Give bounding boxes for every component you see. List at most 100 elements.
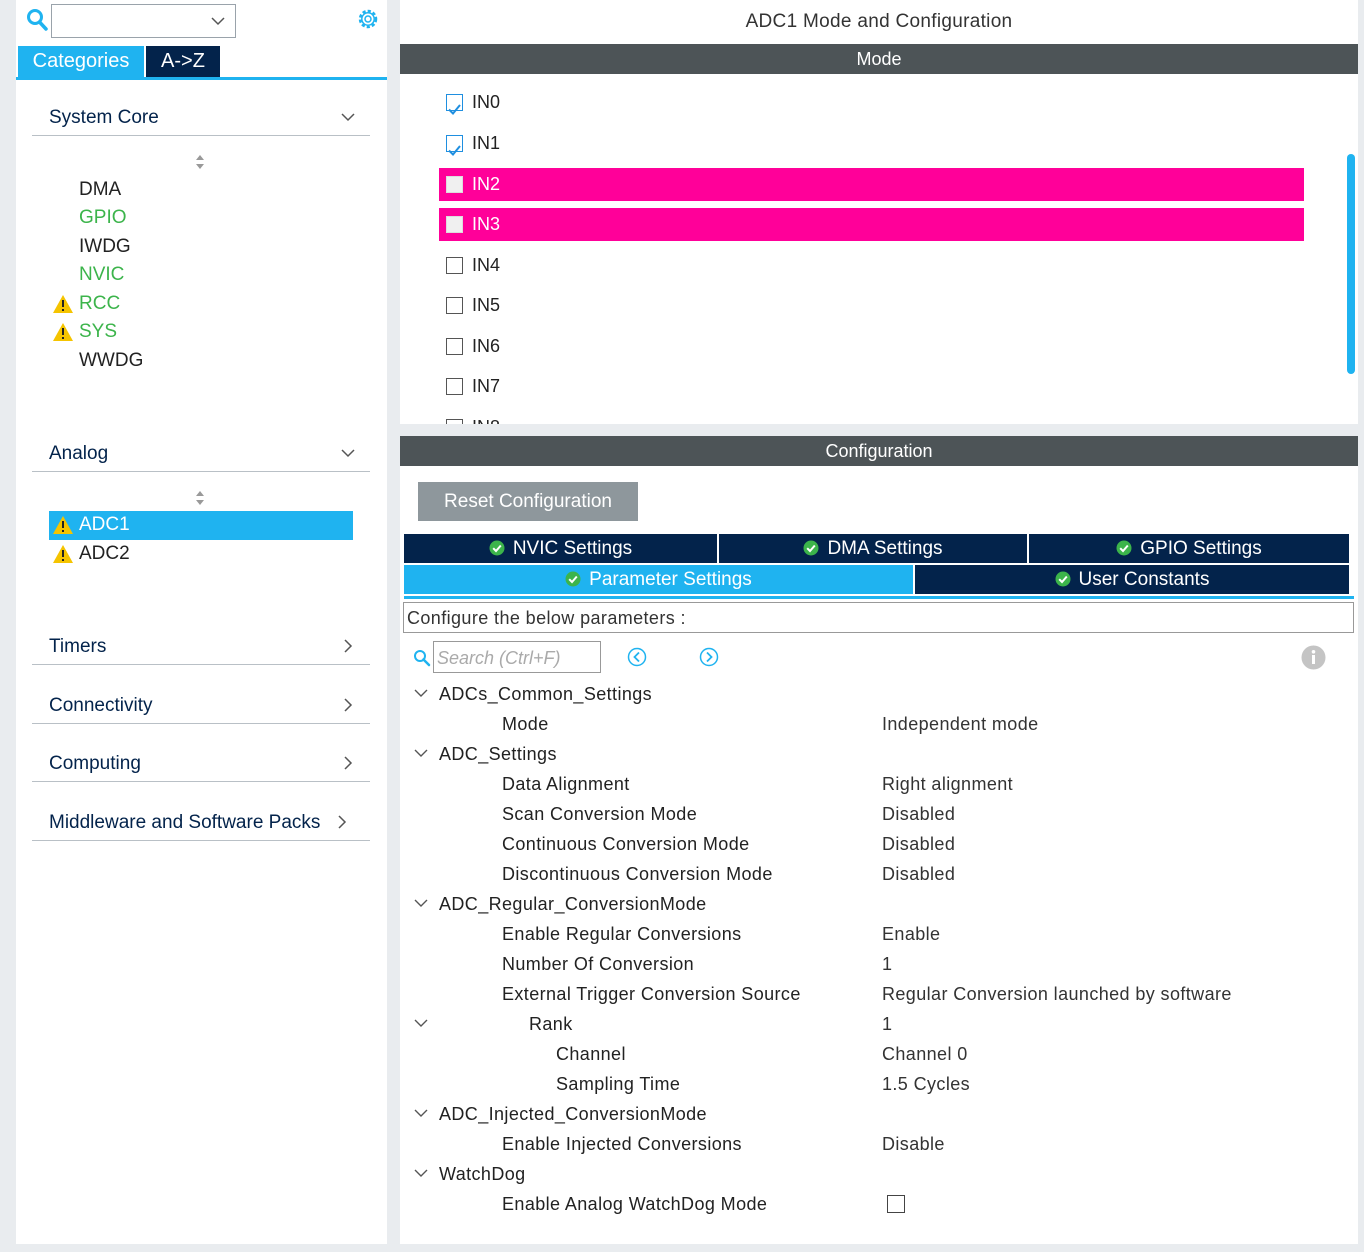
param-row[interactable]: Discontinuous Conversion Mode Disabled [400, 859, 1358, 889]
checkbox[interactable] [446, 338, 463, 355]
chevron-right-icon[interactable] [334, 814, 350, 830]
param-group-watchdog[interactable]: WatchDog [400, 1159, 1358, 1189]
param-value[interactable]: 1.5 Cycles [882, 1069, 970, 1099]
list-item-wwdg[interactable]: WWDG [49, 347, 353, 375]
param-group-adc-settings[interactable]: ADC_Settings [400, 739, 1358, 769]
param-value[interactable]: Channel 0 [882, 1039, 968, 1069]
param-row[interactable]: Number Of Conversion 1 [400, 949, 1358, 979]
param-row[interactable]: Enable Analog WatchDog Mode [400, 1189, 1358, 1219]
checkbox[interactable] [446, 297, 463, 314]
chevron-right-icon[interactable] [340, 697, 356, 713]
watchdog-checkbox[interactable] [887, 1195, 905, 1213]
list-item-adc2[interactable]: ADC2 [49, 540, 353, 568]
list-item-iwdg[interactable]: IWDG [49, 233, 353, 261]
section-timers[interactable]: Timers [32, 627, 370, 665]
list-item-rcc[interactable]: RCC [49, 290, 353, 318]
list-item-gpio[interactable]: GPIO [49, 204, 353, 232]
chevron-down-icon[interactable] [414, 1108, 428, 1118]
list-item-nvic[interactable]: NVIC [49, 261, 353, 289]
channel-in7[interactable]: IN7 [439, 370, 1304, 403]
tab-nvic-settings[interactable]: NVIC Settings [404, 534, 717, 563]
param-value[interactable]: 1 [882, 949, 892, 979]
checkbox[interactable] [446, 378, 463, 395]
channel-in4[interactable]: IN4 [439, 249, 1304, 282]
chevron-down-icon[interactable] [414, 1168, 428, 1178]
channel-in5[interactable]: IN5 [439, 289, 1304, 322]
checkbox-checked[interactable] [446, 94, 463, 115]
tab-user-constants[interactable]: User Constants [915, 565, 1349, 594]
param-name: External Trigger Conversion Source [502, 984, 801, 1004]
channel-in3[interactable]: IN3 [439, 208, 1304, 241]
parameter-search-input[interactable]: Search (Ctrl+F) [433, 641, 601, 673]
chevron-down-icon[interactable] [414, 688, 428, 698]
channel-in1[interactable]: IN1 [439, 127, 1304, 160]
param-row[interactable]: Sampling Time 1.5 Cycles [400, 1069, 1358, 1099]
section-computing[interactable]: Computing [32, 744, 370, 782]
channel-label: IN6 [472, 336, 501, 356]
chevron-down-icon[interactable] [340, 445, 356, 461]
checkbox[interactable] [446, 176, 463, 193]
param-value[interactable]: Right alignment [882, 769, 1013, 799]
section-connectivity[interactable]: Connectivity [32, 686, 370, 724]
param-row[interactable]: External Trigger Conversion Source Regul… [400, 979, 1358, 1009]
section-analog[interactable]: Analog [32, 434, 370, 472]
sort-icon[interactable] [194, 489, 206, 507]
param-row[interactable]: Data Alignment Right alignment [400, 769, 1358, 799]
param-value[interactable]: Disabled [882, 799, 955, 829]
tab-a-to-z[interactable]: A->Z [146, 46, 220, 77]
splitter[interactable] [400, 424, 1358, 436]
next-match-icon[interactable] [699, 647, 719, 667]
param-value[interactable]: Regular Conversion launched by software [882, 979, 1232, 1009]
channel-in6[interactable]: IN6 [439, 330, 1304, 363]
search-icon[interactable] [413, 649, 431, 667]
param-row[interactable]: Enable Regular Conversions Enable [400, 919, 1358, 949]
chevron-right-icon[interactable] [340, 638, 356, 654]
tab-parameter-settings[interactable]: Parameter Settings [404, 565, 913, 594]
param-value[interactable]: Disabled [882, 859, 955, 889]
param-row[interactable]: Mode Independent mode [400, 709, 1358, 739]
checkbox[interactable] [446, 216, 463, 233]
param-row[interactable]: Scan Conversion Mode Disabled [400, 799, 1358, 829]
info-icon[interactable] [1301, 645, 1326, 670]
chevron-down-icon[interactable] [211, 15, 225, 27]
item-label: NVIC [79, 264, 125, 285]
chevron-down-icon[interactable] [414, 1018, 428, 1028]
param-value[interactable]: Disabled [882, 829, 955, 859]
chevron-down-icon[interactable] [414, 748, 428, 758]
tab-dma-settings[interactable]: DMA Settings [719, 534, 1027, 563]
param-row[interactable]: Enable Injected Conversions Disable [400, 1129, 1358, 1159]
param-row[interactable]: Channel Channel 0 [400, 1039, 1358, 1069]
chevron-down-icon[interactable] [340, 109, 356, 125]
list-item-dma[interactable]: DMA [49, 176, 353, 204]
section-system-core[interactable]: System Core [32, 98, 370, 136]
chevron-right-icon[interactable] [340, 755, 356, 771]
param-value[interactable]: Enable [882, 919, 940, 949]
param-group-rank[interactable]: Rank 1 [400, 1009, 1358, 1039]
search-combo[interactable] [51, 4, 236, 38]
param-value[interactable]: 1 [882, 1009, 892, 1039]
channel-label: IN2 [472, 174, 501, 194]
param-value[interactable]: Disable [882, 1129, 945, 1159]
previous-match-icon[interactable] [627, 647, 647, 667]
mode-scrollbar[interactable] [1347, 154, 1355, 374]
channel-in2[interactable]: IN2 [439, 168, 1304, 201]
checkbox-checked[interactable] [446, 135, 463, 156]
param-group-adc-regular[interactable]: ADC_Regular_ConversionMode [400, 889, 1358, 919]
param-row[interactable]: Continuous Conversion Mode Disabled [400, 829, 1358, 859]
section-middleware[interactable]: Middleware and Software Packs [32, 803, 370, 841]
list-item-adc1[interactable]: ADC1 [49, 511, 353, 540]
channel-in0[interactable]: IN0 [439, 86, 1304, 119]
list-item-sys[interactable]: SYS [49, 318, 353, 346]
tab-categories[interactable]: Categories [18, 46, 144, 77]
checkbox[interactable] [446, 257, 463, 274]
reset-configuration-button[interactable]: Reset Configuration [418, 482, 638, 521]
param-group-adc-injected[interactable]: ADC_Injected_ConversionMode [400, 1099, 1358, 1129]
param-value[interactable]: Independent mode [882, 709, 1039, 739]
search-icon[interactable] [26, 8, 48, 32]
channel-in8[interactable]: IN8 [439, 411, 1304, 424]
gear-icon[interactable] [355, 6, 381, 32]
chevron-down-icon[interactable] [414, 898, 428, 908]
param-group-adcs-common[interactable]: ADCs_Common_Settings [400, 679, 1358, 709]
sort-icon[interactable] [194, 153, 206, 171]
tab-gpio-settings[interactable]: GPIO Settings [1029, 534, 1349, 563]
